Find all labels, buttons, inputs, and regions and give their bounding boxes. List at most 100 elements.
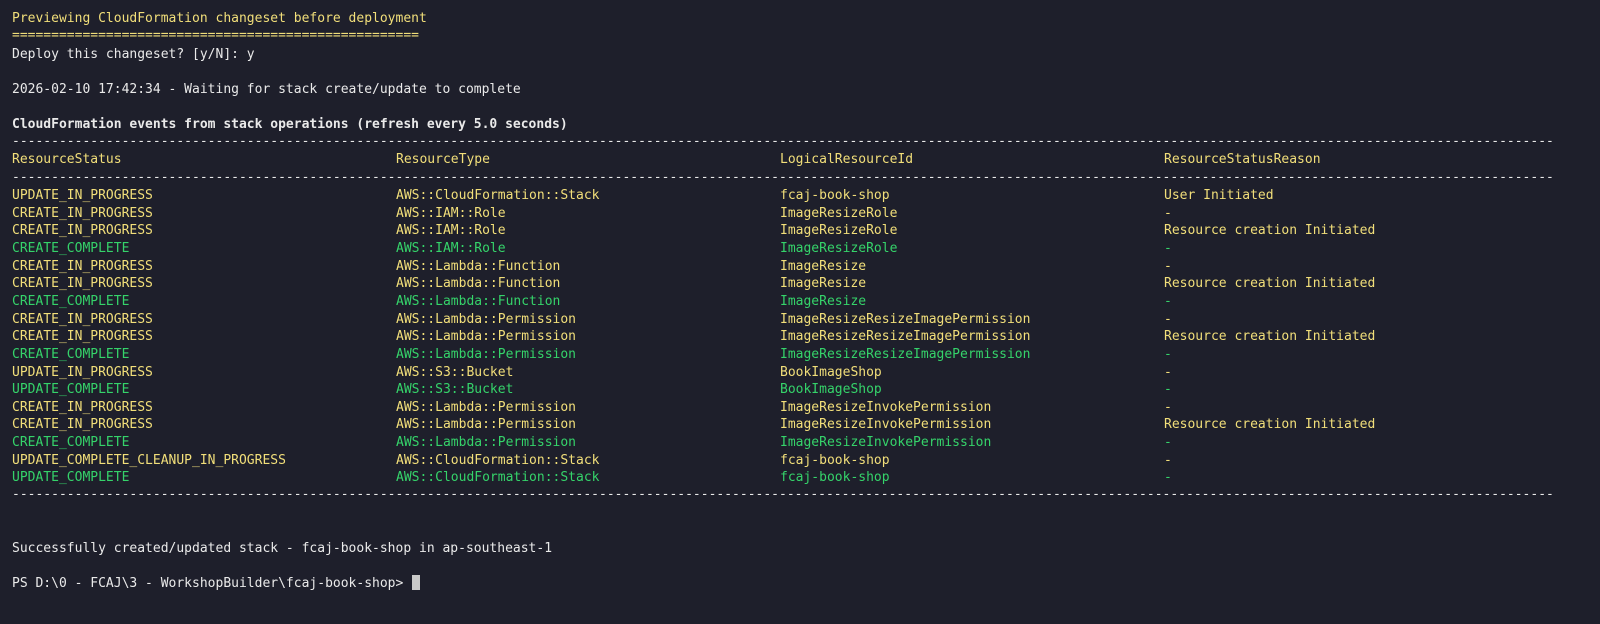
- cell-status: CREATE_COMPLETE: [12, 241, 130, 256]
- table-row: UPDATE_COMPLETE_CLEANUP_IN_PROGRESS AWS::…: [12, 452, 1572, 470]
- table-header: ResourceStatus ResourceType LogicalResou…: [12, 151, 1572, 169]
- cell-status: UPDATE_COMPLETE: [12, 470, 130, 485]
- preview-underline: ========================================…: [12, 28, 419, 43]
- cell-reason: -: [1164, 294, 1172, 309]
- table-row: UPDATE_IN_PROGRESS AWS::CloudFormation::S…: [12, 187, 1572, 205]
- cell-logical-id: fcaj-book-shop: [780, 453, 890, 468]
- cell-reason: -: [1164, 347, 1172, 362]
- preview-title: Previewing CloudFormation changeset befo…: [12, 11, 427, 26]
- cell-status: CREATE_IN_PROGRESS: [12, 312, 153, 327]
- cell-logical-id: BookImageShop: [780, 382, 882, 397]
- cell-logical-id: ImageResizeResizeImagePermission: [780, 312, 1031, 327]
- cell-logical-id: ImageResize: [780, 294, 867, 309]
- table-row: CREATE_IN_PROGRESS AWS::Lambda::Permissio…: [12, 416, 1572, 434]
- cell-logical-id: BookImageShop: [780, 365, 882, 380]
- cell-logical-id: ImageResize: [780, 259, 867, 274]
- cell-reason: -: [1164, 382, 1172, 397]
- cell-reason: -: [1164, 435, 1172, 450]
- cell-status: UPDATE_COMPLETE: [12, 382, 130, 397]
- table-row: CREATE_IN_PROGRESS AWS::Lambda::Permissio…: [12, 399, 1572, 417]
- cell-logical-id: ImageResizeInvokePermission: [780, 400, 992, 415]
- cell-logical-id: ImageResizeInvokePermission: [780, 417, 992, 432]
- table-row: CREATE_IN_PROGRESS AWS::IAM::Role ImageRes…: [12, 222, 1572, 240]
- cell-logical-id: ImageResizeResizeImagePermission: [780, 329, 1031, 344]
- column-header-status: ResourceStatus: [12, 152, 122, 167]
- cell-logical-id: fcaj-book-shop: [780, 470, 890, 485]
- cell-type: AWS::CloudFormation::Stack: [396, 188, 600, 203]
- cell-type: AWS::Lambda::Permission: [396, 435, 577, 450]
- cell-logical-id: ImageResizeInvokePermission: [780, 435, 992, 450]
- cell-reason: -: [1164, 259, 1172, 274]
- table-row: CREATE_IN_PROGRESS AWS::Lambda::Permissio…: [12, 328, 1572, 346]
- cell-status: CREATE_IN_PROGRESS: [12, 259, 153, 274]
- table-row: CREATE_COMPLETE AWS::Lambda::Permission Im…: [12, 434, 1572, 452]
- cell-type: AWS::IAM::Role: [396, 223, 506, 238]
- waiting-message: 2026-02-10 17:42:34 - Waiting for stack …: [12, 82, 521, 97]
- cell-status: UPDATE_IN_PROGRESS: [12, 188, 153, 203]
- cell-reason: -: [1164, 470, 1172, 485]
- cell-reason: User Initiated: [1164, 188, 1274, 203]
- cell-type: AWS::S3::Bucket: [396, 382, 514, 397]
- cell-logical-id: ImageResizeRole: [780, 206, 898, 221]
- text-cursor[interactable]: [412, 575, 421, 590]
- cell-logical-id: ImageResizeRole: [780, 241, 898, 256]
- cell-status: CREATE_IN_PROGRESS: [12, 276, 153, 291]
- cell-status: UPDATE_COMPLETE_CLEANUP_IN_PROGRESS: [12, 453, 286, 468]
- cell-type: AWS::Lambda::Permission: [396, 400, 577, 415]
- cell-type: AWS::CloudFormation::Stack: [396, 470, 600, 485]
- table-row: CREATE_COMPLETE AWS::IAM::Role ImageResize…: [12, 240, 1572, 258]
- table-row: CREATE_COMPLETE AWS::Lambda::Permission Im…: [12, 346, 1572, 364]
- cell-type: AWS::Lambda::Function: [396, 294, 561, 309]
- divider-header: ----------------------------------------…: [12, 170, 1556, 185]
- cell-status: CREATE_COMPLETE: [12, 435, 130, 450]
- cell-logical-id: ImageResizeResizeImagePermission: [780, 347, 1031, 362]
- cell-status: CREATE_IN_PROGRESS: [12, 417, 153, 432]
- cell-type: AWS::IAM::Role: [396, 206, 506, 221]
- cell-reason: -: [1164, 365, 1172, 380]
- table-row: UPDATE_COMPLETE AWS::CloudFormation::Stac…: [12, 469, 1572, 487]
- cell-type: AWS::Lambda::Function: [396, 259, 561, 274]
- cell-status: CREATE_COMPLETE: [12, 347, 130, 362]
- table-row: CREATE_IN_PROGRESS AWS::IAM::Role ImageRes…: [12, 205, 1572, 223]
- terminal-window[interactable]: Previewing CloudFormation changeset befo…: [0, 0, 1600, 624]
- cell-reason: -: [1164, 241, 1172, 256]
- column-header-reason: ResourceStatusReason: [1164, 152, 1321, 167]
- events-title: CloudFormation events from stack operati…: [12, 117, 568, 132]
- cell-type: AWS::Lambda::Permission: [396, 347, 577, 362]
- cell-status: UPDATE_IN_PROGRESS: [12, 365, 153, 380]
- table-row: CREATE_IN_PROGRESS AWS::Lambda::Permissio…: [12, 311, 1572, 329]
- cell-type: AWS::Lambda::Function: [396, 276, 561, 291]
- column-header-logical-id: LogicalResourceId: [780, 152, 914, 167]
- cell-logical-id: fcaj-book-shop: [780, 188, 890, 203]
- divider-top: ----------------------------------------…: [12, 134, 1556, 149]
- cell-status: CREATE_IN_PROGRESS: [12, 223, 153, 238]
- cell-reason: Resource creation Initiated: [1164, 417, 1376, 432]
- table-row: CREATE_COMPLETE AWS::Lambda::Function Imag…: [12, 293, 1572, 311]
- table-row: CREATE_IN_PROGRESS AWS::Lambda::Function I…: [12, 258, 1572, 276]
- shell-prompt: PS D:\0 - FCAJ\3 - WorkshopBuilder\fcaj-…: [12, 576, 412, 591]
- cell-type: AWS::Lambda::Permission: [396, 312, 577, 327]
- cell-status: CREATE_IN_PROGRESS: [12, 206, 153, 221]
- divider-bottom: ----------------------------------------…: [12, 487, 1556, 502]
- table-row: UPDATE_IN_PROGRESS AWS::S3::Bucket BookIma…: [12, 364, 1572, 382]
- cell-type: AWS::Lambda::Permission: [396, 417, 577, 432]
- cell-reason: -: [1164, 312, 1172, 327]
- cell-reason: -: [1164, 400, 1172, 415]
- cell-status: CREATE_COMPLETE: [12, 294, 130, 309]
- cell-type: AWS::Lambda::Permission: [396, 329, 577, 344]
- cell-logical-id: ImageResize: [780, 276, 867, 291]
- cell-status: CREATE_IN_PROGRESS: [12, 400, 153, 415]
- cell-type: AWS::CloudFormation::Stack: [396, 453, 600, 468]
- shell-prompt-line[interactable]: PS D:\0 - FCAJ\3 - WorkshopBuilder\fcaj-…: [12, 575, 421, 593]
- cell-reason: Resource creation Initiated: [1164, 276, 1376, 291]
- cell-type: AWS::IAM::Role: [396, 241, 506, 256]
- success-message: Successfully created/updated stack - fca…: [12, 541, 553, 556]
- table-row: UPDATE_COMPLETE AWS::S3::Bucket BookImageS…: [12, 381, 1572, 399]
- table-row: CREATE_IN_PROGRESS AWS::Lambda::Function I…: [12, 275, 1572, 293]
- cell-status: CREATE_IN_PROGRESS: [12, 329, 153, 344]
- cell-type: AWS::S3::Bucket: [396, 365, 514, 380]
- column-header-type: ResourceType: [396, 152, 490, 167]
- cell-reason: Resource creation Initiated: [1164, 223, 1376, 238]
- cell-logical-id: ImageResizeRole: [780, 223, 898, 238]
- cell-reason: Resource creation Initiated: [1164, 329, 1376, 344]
